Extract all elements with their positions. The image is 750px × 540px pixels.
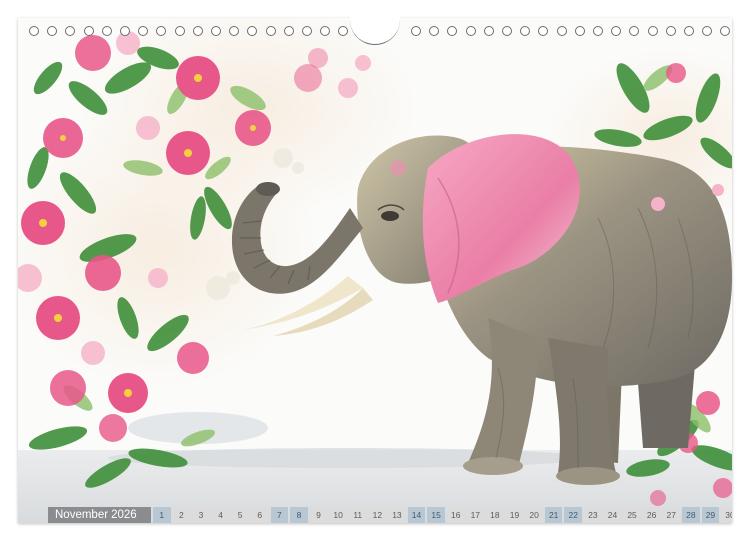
- day-cell: 30: [721, 507, 732, 523]
- binding-hole: [338, 26, 348, 36]
- calendar-page: November 2026 1 2 3 4 5 6 7 8 9 10 11 12 13 14 15 16 17 18…: [18, 18, 732, 523]
- elephant-watercolor-illustration: [18, 18, 732, 523]
- binding-hole: [611, 26, 621, 36]
- binding-hole: [666, 26, 676, 36]
- day-cell: 8: [290, 507, 308, 523]
- binding-hole: [65, 26, 75, 36]
- binding-hole: [684, 26, 694, 36]
- wire-binding: [0, 0, 750, 45]
- binding-hole: [629, 26, 639, 36]
- day-cell: 23: [584, 507, 602, 523]
- binding-hole: [266, 26, 276, 36]
- day-cell: 28: [682, 507, 700, 523]
- binding-hole: [520, 26, 530, 36]
- binding-hole: [466, 26, 476, 36]
- day-cell: 13: [388, 507, 406, 523]
- binding-hole: [411, 26, 421, 36]
- binding-hole: [284, 26, 294, 36]
- binding-hole: [247, 26, 257, 36]
- day-cell: 7: [270, 507, 289, 523]
- binding-hole: [302, 26, 312, 36]
- day-cell: 21: [544, 507, 563, 523]
- binding-hole: [29, 26, 39, 36]
- binding-hole: [502, 26, 512, 36]
- binding-hole: [320, 26, 330, 36]
- binding-hole: [229, 26, 239, 36]
- binding-hole: [175, 26, 185, 36]
- day-cell: 3: [192, 507, 210, 523]
- calendar-strip: November 2026 1 2 3 4 5 6 7 8 9 10 11 12 13 14 15 16 17 18…: [48, 507, 732, 523]
- day-list: 1 2 3 4 5 6 7 8 9 10 11 12 13 14 15 16 17 18 19 20 21 22 23 24 2…: [153, 507, 732, 523]
- day-cell: 25: [623, 507, 641, 523]
- binding-hole: [47, 26, 57, 36]
- binding-hole: [702, 26, 712, 36]
- day-cell: 14: [407, 507, 426, 523]
- day-cell: 16: [446, 507, 465, 523]
- day-cell: 5: [231, 507, 249, 523]
- binding-hole: [102, 26, 112, 36]
- day-cell: 19: [505, 507, 524, 523]
- day-cell: 26: [642, 507, 661, 523]
- binding-hole: [156, 26, 166, 36]
- day-cell: 15: [427, 507, 445, 523]
- month-label: November 2026: [48, 507, 151, 523]
- binding-hole: [720, 26, 730, 36]
- day-cell: 20: [525, 507, 543, 523]
- binding-hole: [193, 26, 203, 36]
- binding-hole: [538, 26, 548, 36]
- day-cell: 22: [564, 507, 583, 523]
- day-cell: 6: [250, 507, 269, 523]
- day-cell: 24: [603, 507, 622, 523]
- binding-hole: [593, 26, 603, 36]
- day-cell: 4: [211, 507, 230, 523]
- day-cell: 12: [368, 507, 387, 523]
- day-cell: 10: [329, 507, 347, 523]
- binding-hole: [138, 26, 148, 36]
- binding-hole: [120, 26, 130, 36]
- binding-hole: [575, 26, 585, 36]
- binding-hole: [429, 26, 439, 36]
- day-cell: 27: [662, 507, 681, 523]
- day-cell: 17: [466, 507, 485, 523]
- day-cell: 29: [701, 507, 720, 523]
- day-cell: 11: [348, 507, 367, 523]
- binding-hole: [84, 26, 94, 36]
- binding-hole: [484, 26, 494, 36]
- day-cell: 18: [486, 507, 504, 523]
- binding-hole: [447, 26, 457, 36]
- binding-hole: [211, 26, 221, 36]
- binding-hole: [648, 26, 658, 36]
- binding-hole: [557, 26, 567, 36]
- day-cell: 9: [309, 507, 328, 523]
- day-cell: 2: [172, 507, 191, 523]
- day-cell: 1: [153, 507, 171, 523]
